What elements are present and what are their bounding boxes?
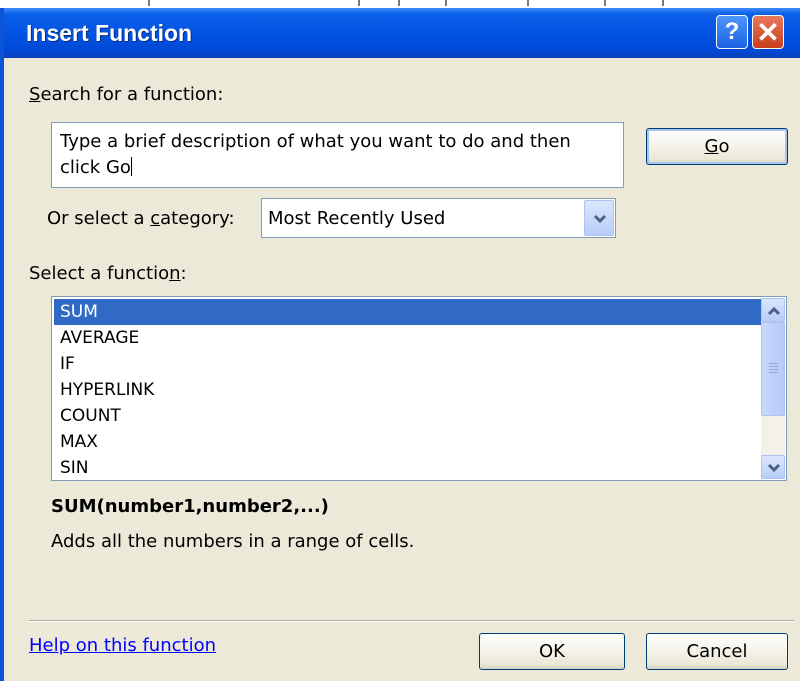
function-list-label: Select a function: [29, 263, 187, 284]
function-description: Adds all the numbers in a range of cells… [51, 531, 415, 552]
background-strip [0, 0, 803, 8]
cancel-button-label: Cancel [686, 641, 748, 662]
help-button[interactable]: ? [716, 15, 748, 49]
search-input-text: Type a brief description of what you wan… [60, 129, 610, 181]
dialog-title: Insert Function [26, 20, 193, 46]
function-list[interactable]: SUM AVERAGE IF HYPERLINK COUNT MAX SIN [51, 296, 787, 481]
help-on-function-link[interactable]: Help on this function [29, 635, 216, 656]
help-icon: ? [724, 18, 740, 45]
category-label: Or select a category: [47, 208, 235, 229]
scroll-down-button[interactable] [761, 455, 785, 479]
function-list-item[interactable]: MAX [54, 429, 761, 455]
close-button[interactable]: ✕ [752, 15, 784, 49]
go-button-label: Go [704, 136, 730, 157]
scroll-up-icon [767, 306, 781, 316]
function-syntax: SUM(number1,number2,...) [51, 496, 329, 517]
vertical-scrollbar[interactable] [761, 298, 785, 479]
accelerator-key: S [29, 84, 41, 105]
search-text-value: Type a brief description of what you wan… [60, 131, 571, 178]
search-label: Search for a function: [29, 84, 224, 105]
search-input[interactable]: Type a brief description of what you wan… [51, 122, 624, 188]
function-list-item[interactable]: COUNT [54, 403, 761, 429]
go-button[interactable]: Go [646, 128, 788, 165]
function-list-item[interactable]: IF [54, 351, 761, 377]
footer-divider [29, 620, 794, 622]
function-list-item[interactable]: HYPERLINK [54, 377, 761, 403]
accelerator-key: G [704, 136, 719, 157]
text-caret [130, 157, 132, 176]
scroll-down-icon [767, 463, 781, 473]
scroll-thumb[interactable] [761, 322, 785, 416]
category-select[interactable]: Most Recently Used [261, 198, 616, 238]
function-list-item[interactable]: AVERAGE [54, 325, 761, 351]
insert-function-dialog: Insert Function ? ✕ Search for a functio… [0, 8, 800, 681]
category-dropdown-button[interactable] [584, 200, 614, 236]
close-icon: ✕ [756, 16, 780, 48]
ok-button-label: OK [539, 641, 565, 662]
function-list-item[interactable]: SUM [54, 299, 761, 325]
accelerator-key: c [150, 208, 161, 229]
title-bar: Insert Function ? ✕ [4, 8, 800, 58]
accelerator-key: n [169, 263, 181, 284]
cancel-button[interactable]: Cancel [646, 633, 788, 670]
ok-button[interactable]: OK [479, 633, 625, 670]
function-list-item[interactable]: SIN [54, 455, 761, 480]
scroll-up-button[interactable] [761, 298, 785, 322]
dropdown-arrow-icon [593, 214, 607, 224]
category-value: Most Recently Used [268, 208, 446, 229]
